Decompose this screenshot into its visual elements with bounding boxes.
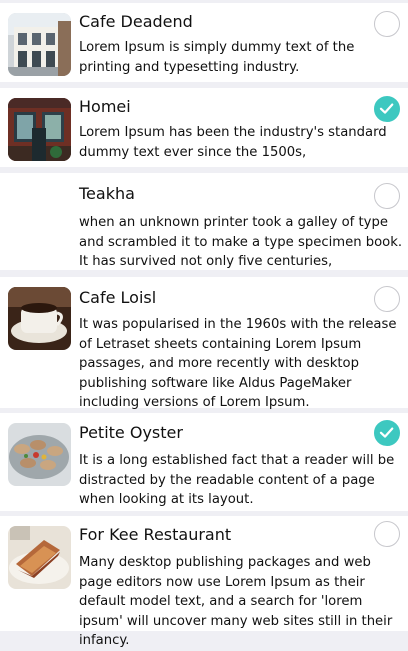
item-description: Many desktop publishing packages and web… [79,555,393,648]
item-description: It was popularised in the 1960s with the… [79,317,397,410]
brick-storefront-image [8,98,71,161]
list-item[interactable]: Cafe Deadend Lorem Ipsum is simply dummy… [0,3,408,82]
list-item[interactable]: Teakha when an unknown printer took a ga… [0,173,408,270]
list-item[interactable]: For Kee Restaurant Many desktop publishi… [0,516,408,648]
item-title: Petite Oyster [79,423,183,442]
oyster-platter-image [8,423,71,486]
checkmark-circle-icon[interactable] [374,420,400,446]
list-item[interactable]: Petite Oyster It is a long established f… [0,413,408,511]
coffee-cup-image [8,287,71,350]
item-title: Homei [79,97,131,116]
list-item[interactable]: Homei Lorem Ipsum has been the industry'… [0,88,408,167]
item-description: Lorem Ipsum has been the industry's stan… [79,125,387,160]
restaurant-list: Cafe Deadend Lorem Ipsum is simply dummy… [0,0,408,648]
checkmark-circle-icon[interactable] [374,286,400,312]
sandwich-image [8,526,71,589]
list-item[interactable]: Cafe Loisl It was popularised in the 196… [0,277,408,410]
item-description: Lorem Ipsum is simply dummy text of the … [79,40,355,75]
item-title: Cafe Deadend [79,12,193,31]
item-description: It is a long established fact that a rea… [79,453,395,507]
item-title: For Kee Restaurant [79,525,232,544]
checkmark-circle-icon[interactable] [374,96,400,122]
checkmark-circle-icon[interactable] [374,11,400,37]
item-description: when an unknown printer took a galley of… [79,215,403,269]
item-title: Cafe Loisl [79,288,157,307]
checkmark-circle-icon[interactable] [374,183,400,209]
item-title: Teakha [79,184,135,203]
checkmark-circle-icon[interactable] [374,521,400,547]
cafe-storefront-image [8,13,71,76]
